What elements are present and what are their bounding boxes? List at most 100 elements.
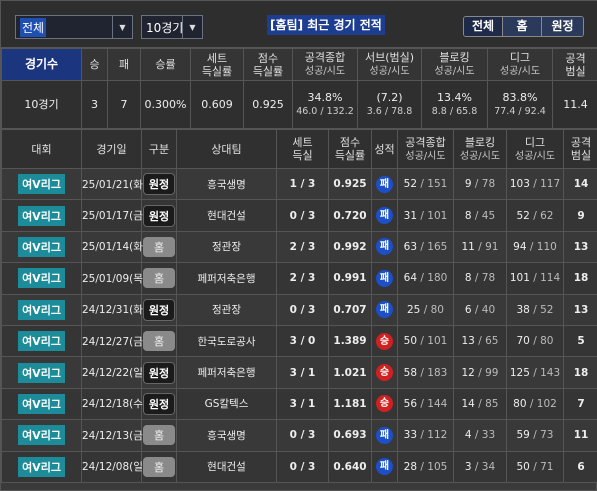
opponent-cell[interactable]: 페퍼저축은행: [176, 262, 277, 295]
result-badge: 승: [376, 332, 393, 350]
summary-dig: 83.8% 77.4 / 92.4: [487, 80, 553, 129]
date-cell: 24/12/18(수): [81, 387, 147, 421]
result-badge: 승: [376, 395, 393, 413]
opponent-cell[interactable]: 페퍼저축은행: [176, 356, 277, 389]
league-badge[interactable]: 여V리그: [18, 456, 65, 477]
attack-cell: 52 / 151: [397, 167, 454, 201]
header-sets: 세트 득실: [276, 129, 329, 169]
attack-cell: 28 / 105: [397, 450, 454, 483]
sets-cell: 2 / 3: [276, 230, 329, 264]
attack-error-cell: 9: [563, 199, 597, 232]
league-cell: 여V리그: [1, 356, 82, 389]
opponent-cell[interactable]: 정관장: [176, 230, 277, 264]
table-row[interactable]: 여V리그 24/12/22(일) 원정 페퍼저축은행 3 / 1 1.021 승 58 / 1…: [1, 356, 597, 389]
result-badge: 패: [376, 269, 393, 287]
result-badge: 패: [376, 426, 393, 444]
header-attack-error: 공격 범실: [563, 129, 597, 169]
opponent-cell[interactable]: 정관장: [176, 293, 277, 326]
sets-cell: 3 / 1: [276, 387, 329, 421]
opponent-cell[interactable]: 흥국생명: [176, 419, 277, 452]
league-cell: 여V리그: [1, 419, 82, 452]
result-badge: 패: [376, 175, 393, 193]
opponent-cell[interactable]: 현대건설: [176, 199, 277, 232]
table-row[interactable]: 여V리그 25/01/17(금) 원정 현대건설 0 / 3 0.720 패 31 / 101…: [1, 199, 597, 232]
league-badge[interactable]: 여V리그: [18, 393, 65, 414]
venue-badge: 홈: [143, 236, 175, 257]
point-ratio-cell: 0.925: [328, 167, 372, 201]
attack-cell: 63 / 165: [397, 230, 454, 264]
result-cell: 승: [371, 356, 398, 389]
venue-badge: 원정: [142, 361, 176, 384]
league-badge[interactable]: 여V리그: [18, 425, 65, 446]
block-cell: 14 / 85: [453, 387, 507, 421]
summary-header-point-ratio: 점수 득실률: [243, 48, 293, 81]
league-badge[interactable]: 여V리그: [18, 299, 65, 320]
point-ratio-cell: 0.720: [328, 199, 372, 232]
opponent-cell[interactable]: 현대건설: [176, 450, 277, 483]
league-cell: 여V리그: [1, 387, 82, 421]
dig-cell: 125 / 143: [506, 356, 564, 389]
header-opponent: 상대팀: [176, 129, 277, 169]
toggle-away-button[interactable]: 원정: [542, 17, 583, 36]
venue-cell: 홈: [141, 262, 177, 295]
dig-cell: 38 / 52: [506, 293, 564, 326]
summary-games: 10경기: [1, 80, 82, 129]
dig-cell: 101 / 114: [506, 262, 564, 295]
result-cell: 패: [371, 262, 398, 295]
attack-cell: 58 / 183: [397, 356, 454, 389]
date-cell: 24/12/08(일): [81, 450, 147, 483]
table-row[interactable]: 여V리그 25/01/21(화) 원정 흥국생명 1 / 3 0.925 패 52 / 151…: [1, 167, 597, 201]
summary-attack-error: 11.4: [552, 80, 597, 129]
league-badge[interactable]: 여V리그: [18, 362, 65, 383]
league-badge[interactable]: 여V리그: [18, 331, 65, 352]
header-point-ratio: 점수 득실률: [328, 129, 372, 169]
result-cell: 패: [371, 293, 398, 326]
toggle-all-button[interactable]: 전체: [464, 17, 503, 36]
table-row[interactable]: 여V리그 24/12/31(화) 원정 정관장 0 / 3 0.707 패 25 / 80 6 …: [1, 293, 597, 326]
block-cell: 3 / 34: [453, 450, 507, 483]
attack-cell: 33 / 112: [397, 419, 454, 452]
table-row[interactable]: 여V리그 25/01/14(화) 홈 정관장 2 / 3 0.992 패 63 / 165 11…: [1, 230, 597, 264]
date-cell: 25/01/14(화): [81, 230, 147, 264]
venue-cell: 홈: [141, 419, 177, 452]
table-row[interactable]: 여V리그 25/01/09(목) 홈 페퍼저축은행 2 / 3 0.991 패 64 / 18…: [1, 262, 597, 295]
summary-set-ratio: 0.609: [190, 80, 244, 129]
sets-cell: 3 / 0: [276, 324, 329, 358]
toggle-home-button[interactable]: 홈: [503, 17, 542, 36]
venue-cell: 원정: [141, 293, 177, 326]
summary-header-losses: 패: [107, 48, 141, 81]
table-row[interactable]: 여V리그 24/12/27(금) 홈 한국도로공사 3 / 0 1.389 승 50 / 10…: [1, 324, 597, 358]
opponent-cell[interactable]: 흥국생명: [176, 167, 277, 201]
table-row[interactable]: 여V리그 24/12/18(수) 원정 GS칼텍스 3 / 1 1.181 승 56 / 14…: [1, 387, 597, 421]
summary-header-attack: 공격종합 성공/시도: [292, 48, 358, 81]
count-select[interactable]: 10경기 ▼: [141, 15, 203, 39]
league-badge[interactable]: 여V리그: [18, 205, 65, 226]
league-cell: 여V리그: [1, 262, 82, 295]
point-ratio-cell: 1.021: [328, 356, 372, 389]
attack-cell: 50 / 101: [397, 324, 454, 358]
scope-select[interactable]: 전체 ▼: [15, 15, 133, 39]
summary-header-dig: 디그 성공/시도: [487, 48, 553, 81]
date-cell: 24/12/27(금): [81, 324, 147, 358]
venue-badge: 홈: [143, 425, 175, 446]
table-row[interactable]: 여V리그 24/12/13(금) 홈 흥국생명 0 / 3 0.693 패 33 / 112 4…: [1, 419, 597, 452]
league-badge[interactable]: 여V리그: [18, 268, 65, 289]
point-ratio-cell: 0.640: [328, 450, 372, 483]
league-cell: 여V리그: [1, 324, 82, 358]
summary-header-serve: 서브(범실) 성공/시도: [357, 48, 422, 81]
result-badge: 패: [376, 458, 393, 476]
opponent-cell[interactable]: GS칼텍스: [176, 387, 277, 421]
league-badge[interactable]: 여V리그: [18, 174, 65, 195]
match-table: 대회 경기일 구분 상대팀 세트 득실 점수 득실률 성적 공격종합 성공/시도 블로…: [1, 129, 597, 483]
chevron-down-icon: ▼: [112, 16, 132, 38]
summary-losses: 7: [107, 80, 141, 129]
point-ratio-cell: 0.992: [328, 230, 372, 264]
venue-cell: 홈: [141, 230, 177, 264]
sets-cell: 2 / 3: [276, 262, 329, 295]
opponent-cell[interactable]: 한국도로공사: [176, 324, 277, 358]
league-badge[interactable]: 여V리그: [18, 236, 65, 257]
date-cell: 25/01/09(목): [81, 262, 147, 295]
table-row[interactable]: 여V리그 24/12/08(일) 홈 현대건설 0 / 3 0.640 패 28 / 105 3…: [1, 450, 597, 483]
result-cell: 패: [371, 167, 398, 201]
match-header-row: 대회 경기일 구분 상대팀 세트 득실 점수 득실률 성적 공격종합 성공/시도 블로…: [1, 129, 597, 169]
